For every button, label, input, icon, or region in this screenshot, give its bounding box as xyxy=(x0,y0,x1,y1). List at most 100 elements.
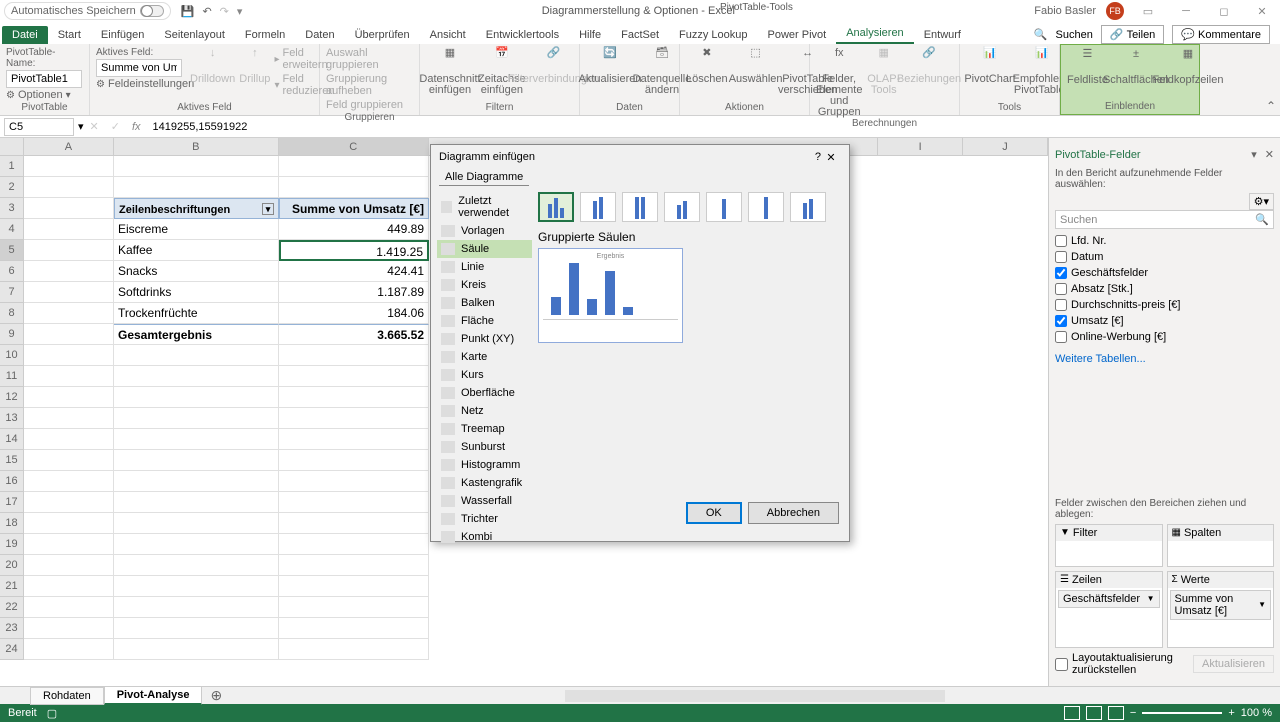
sheet-tab-pivot[interactable]: Pivot-Analyse xyxy=(104,686,203,705)
row-header[interactable]: 3 xyxy=(0,198,24,219)
tab-seitenlayout[interactable]: Seitenlayout xyxy=(154,26,235,44)
chart-type-item[interactable]: Kastengrafik xyxy=(437,474,532,492)
autosave-toggle[interactable]: Automatisches Speichern xyxy=(4,2,171,20)
table-row-label[interactable]: Softdrinks xyxy=(114,282,279,303)
tab-daten[interactable]: Daten xyxy=(295,26,344,44)
field-item[interactable]: Geschäftsfelder xyxy=(1055,265,1274,281)
row-header[interactable]: 17 xyxy=(0,492,24,513)
zoom-level[interactable]: 100 % xyxy=(1241,707,1272,719)
collapse-ribbon-icon[interactable]: ⌃ xyxy=(1266,99,1276,113)
pivot-value-header[interactable]: Summe von Umsatz [€] xyxy=(279,198,429,219)
columns-area[interactable]: ▦ Spalten xyxy=(1167,524,1275,567)
fieldlist-button[interactable]: ☰Feldliste xyxy=(1067,47,1108,101)
dialog-close-icon[interactable]: ✕ xyxy=(821,151,841,164)
sheet-tab-rohdaten[interactable]: Rohdaten xyxy=(30,687,104,705)
selected-cell[interactable]: 1.419.25 xyxy=(279,240,429,261)
row-header[interactable]: 13 xyxy=(0,408,24,429)
pivotchart-button[interactable]: 📊PivotChart xyxy=(966,46,1014,102)
row-header[interactable]: 2 xyxy=(0,177,24,198)
page-layout-view-icon[interactable] xyxy=(1086,706,1102,720)
chart-type-item[interactable]: Balken xyxy=(437,294,532,312)
row-header[interactable]: 15 xyxy=(0,450,24,471)
col-header-a[interactable]: A xyxy=(24,138,114,156)
tab-factset[interactable]: FactSet xyxy=(611,26,669,44)
datasource-button[interactable]: 🗃Datenquelle ändern xyxy=(638,46,686,102)
chart-type-item[interactable]: Linie xyxy=(437,258,532,276)
field-item[interactable]: Durchschnitts-preis [€] xyxy=(1055,297,1274,313)
chart-type-item[interactable]: Trichter xyxy=(437,510,532,528)
dialog-tab-all[interactable]: Alle Diagramme xyxy=(439,169,529,186)
chart-type-item[interactable]: Histogramm xyxy=(437,456,532,474)
row-header[interactable]: 6 xyxy=(0,261,24,282)
field-checkbox[interactable] xyxy=(1055,299,1067,311)
row-header[interactable]: 16 xyxy=(0,471,24,492)
chart-type-item[interactable]: Kombi xyxy=(437,528,532,546)
tab-powerpivot[interactable]: Power Pivot xyxy=(758,26,837,44)
filter-dropdown-icon[interactable]: ▾ xyxy=(262,203,274,215)
enter-formula-icon[interactable]: ✓ xyxy=(105,120,126,133)
field-search[interactable]: Suchen🔍 xyxy=(1055,210,1274,229)
row-header[interactable]: 24 xyxy=(0,639,24,660)
fx-icon[interactable]: fx xyxy=(126,121,147,133)
options-button[interactable]: ⚙ Optionen ▾ xyxy=(6,88,83,102)
horizontal-scrollbar[interactable] xyxy=(565,690,945,702)
tab-file[interactable]: Datei xyxy=(2,26,48,44)
page-break-view-icon[interactable] xyxy=(1108,706,1124,720)
chart-subtype-3d-clustered[interactable] xyxy=(664,192,700,222)
field-pane-close-icon[interactable]: ✕ xyxy=(1265,148,1274,161)
chart-subtype-3d[interactable] xyxy=(790,192,826,222)
chevron-down-icon[interactable]: ▼ xyxy=(1258,600,1266,609)
macro-record-icon[interactable]: ▢ xyxy=(47,707,57,720)
row-header[interactable]: 19 xyxy=(0,534,24,555)
row-header[interactable]: 10 xyxy=(0,345,24,366)
row-header[interactable]: 7 xyxy=(0,282,24,303)
chart-type-item[interactable]: Punkt (XY) xyxy=(437,330,532,348)
active-field-input[interactable] xyxy=(96,59,182,77)
field-item[interactable]: Umsatz [€] xyxy=(1055,313,1274,329)
cancel-button[interactable]: Abbrechen xyxy=(748,502,839,524)
chart-type-item[interactable]: Vorlagen xyxy=(437,222,532,240)
field-item[interactable]: Online-Werbung [€] xyxy=(1055,329,1274,345)
slicer-button[interactable]: ▦Datenschnitt einfügen xyxy=(426,46,474,102)
chart-type-item[interactable]: Säule xyxy=(437,240,532,258)
field-checkbox[interactable] xyxy=(1055,283,1067,295)
field-pane-options-icon[interactable]: ▾ xyxy=(1251,148,1257,161)
tab-start[interactable]: Start xyxy=(48,26,91,44)
table-row-value[interactable]: 449.89 xyxy=(279,219,429,240)
col-header-b[interactable]: B xyxy=(114,138,279,156)
row-header[interactable]: 21 xyxy=(0,576,24,597)
row-header[interactable]: 8 xyxy=(0,303,24,324)
table-row-label[interactable]: Kaffee xyxy=(114,240,279,261)
chart-type-item[interactable]: Wasserfall xyxy=(437,492,532,510)
minimize-icon[interactable]: ─ xyxy=(1172,2,1200,20)
chart-type-item[interactable]: Zuletzt verwendet xyxy=(437,192,532,222)
field-item[interactable]: Lfd. Nr. xyxy=(1055,233,1274,249)
rows-area-item[interactable]: Geschäftsfelder▼ xyxy=(1058,590,1160,608)
recommended-button[interactable]: 📊Empfohlene PivotTables xyxy=(1018,46,1066,102)
chart-subtype-3d-100stacked[interactable] xyxy=(748,192,784,222)
more-tables-link[interactable]: Weitere Tabellen... xyxy=(1055,349,1274,369)
search-icon[interactable]: 🔍 xyxy=(1034,28,1048,41)
table-row-value[interactable]: 184.06 xyxy=(279,303,429,324)
field-checkbox[interactable] xyxy=(1055,251,1067,263)
toggle-switch[interactable] xyxy=(140,5,164,17)
field-item[interactable]: Absatz [Stk.] xyxy=(1055,281,1274,297)
row-header[interactable]: 1 xyxy=(0,156,24,177)
tab-hilfe[interactable]: Hilfe xyxy=(569,26,611,44)
field-checkbox[interactable] xyxy=(1055,315,1067,327)
select-button[interactable]: ⬚Auswählen xyxy=(732,46,780,102)
ribbon-options-icon[interactable]: ▭ xyxy=(1134,2,1162,20)
tab-ansicht[interactable]: Ansicht xyxy=(420,26,476,44)
delete-button[interactable]: ✖Löschen xyxy=(686,46,728,102)
row-header[interactable]: 11 xyxy=(0,366,24,387)
table-row-label[interactable]: Eiscreme xyxy=(114,219,279,240)
table-row-label[interactable]: Snacks xyxy=(114,261,279,282)
row-header[interactable]: 9 xyxy=(0,324,24,345)
table-total-value[interactable]: 3.665.52 xyxy=(279,324,429,345)
field-checkbox[interactable] xyxy=(1055,331,1067,343)
chart-subtype-100stacked[interactable] xyxy=(622,192,658,222)
tab-uberprufen[interactable]: Überprüfen xyxy=(345,26,420,44)
values-area[interactable]: Σ WerteSumme von Umsatz [€]▼ xyxy=(1167,571,1275,648)
formula-input[interactable] xyxy=(147,121,1280,133)
add-sheet-icon[interactable]: ⊕ xyxy=(202,687,230,704)
